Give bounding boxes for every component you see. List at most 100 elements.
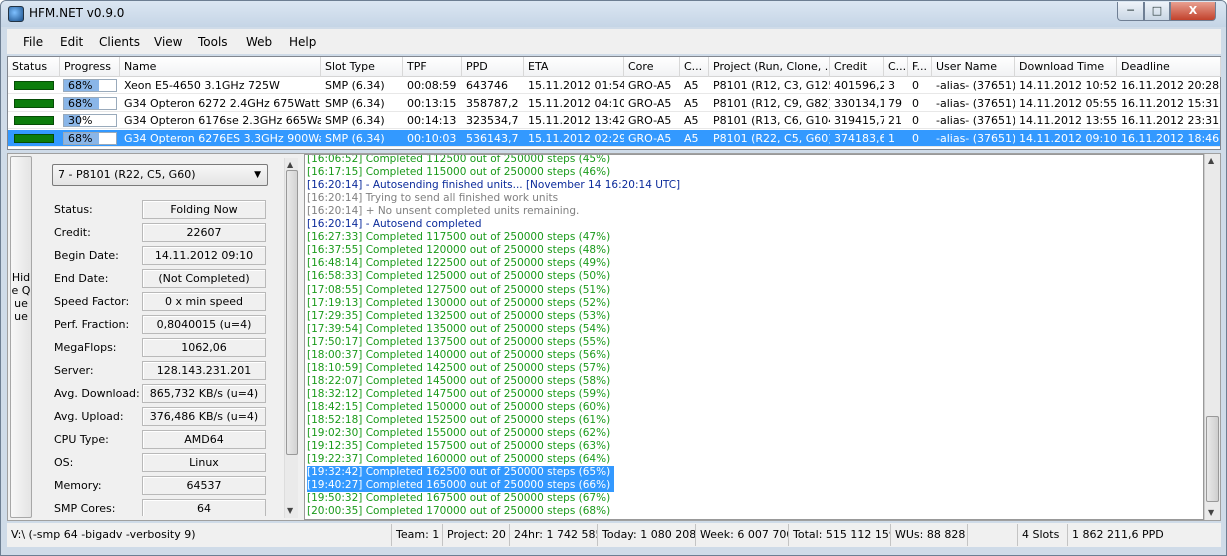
col-tpf[interactable]: TPF: [403, 57, 462, 77]
table-row[interactable]: 68% G34 Opteron 6272 2.4GHz 675Watt SMP (6…: [8, 95, 1220, 112]
col-slot-type[interactable]: Slot Type: [321, 57, 403, 77]
status-indicator: [14, 81, 54, 90]
queue-field-value: 22607: [142, 223, 266, 242]
log-line: [16:48:14] Completed 122500 out of 25000…: [307, 257, 611, 270]
queue-field-label: Avg. Upload:: [54, 410, 124, 423]
col-name[interactable]: Name: [120, 57, 321, 77]
cell-c: A5: [684, 79, 699, 92]
client-grid: Status Progress Name Slot Type TPF PPD E…: [7, 56, 1221, 150]
menu-tools[interactable]: Tools: [198, 35, 228, 49]
log-line: [17:50:17] Completed 137500 out of 25000…: [307, 335, 611, 348]
cell-name: G34 Opteron 6272 2.4GHz 675Watt: [124, 96, 320, 110]
queue-field-label: Begin Date:: [54, 249, 119, 262]
queue-field-value: 14.11.2012 09:10: [142, 246, 266, 265]
col-f[interactable]: F...: [908, 57, 932, 77]
queue-field-value: (Not Completed): [142, 269, 266, 288]
table-row[interactable]: 68% Xeon E5-4650 3.1GHz 725W SMP (6.34) 00:…: [8, 77, 1220, 94]
col-progress[interactable]: Progress: [60, 57, 120, 77]
col-deadline[interactable]: Deadline: [1117, 57, 1221, 77]
cell-credit: 319415,7: [834, 114, 884, 127]
cell-c2: 3: [888, 79, 895, 92]
queue-scroll-thumb[interactable]: [286, 170, 298, 455]
queue-field-label: MegaFlops:: [54, 341, 117, 354]
cell-slot-type: SMP (6.34): [325, 131, 385, 145]
cell-name: G34 Opteron 6176se 2.3GHz 665Watt: [124, 114, 321, 127]
cell-tpf: 00:08:59: [407, 79, 457, 92]
scroll-up-icon[interactable]: ▲: [287, 160, 293, 169]
menu-help[interactable]: Help: [289, 35, 316, 49]
cell-credit: 401596,2: [834, 79, 884, 92]
status-indicator: [14, 133, 54, 143]
log-line: [17:08:55] Completed 127500 out of 25000…: [307, 283, 611, 296]
scroll-down-icon[interactable]: ▼: [287, 506, 293, 515]
col-download-time[interactable]: Download Time: [1015, 57, 1117, 77]
chevron-down-icon: ▼: [254, 170, 261, 180]
menu-file[interactable]: File: [23, 35, 43, 49]
menu-web[interactable]: Web: [246, 35, 272, 49]
menu-edit[interactable]: Edit: [60, 35, 83, 49]
hide-queue-button[interactable]: Hide Queue: [10, 156, 32, 518]
cell-download-time: 14.11.2012 09:10: [1019, 131, 1117, 145]
cell-download-time: 14.11.2012 13:55: [1019, 114, 1117, 127]
log-line: [16:20:14] + No unsent completed units r…: [307, 205, 580, 218]
queue-field-value: 0,8040015 (u=4): [142, 315, 266, 334]
col-user-name[interactable]: User Name: [932, 57, 1015, 77]
cell-deadline: 16.11.2012 23:31: [1121, 114, 1220, 127]
cell-download-time: 14.11.2012 10:52: [1019, 79, 1117, 92]
log-line: [17:19:13] Completed 130000 out of 25000…: [307, 296, 611, 309]
log-line: [16:58:33] Completed 125000 out of 25000…: [307, 270, 611, 283]
cell-ppd: 536143,7: [466, 131, 519, 145]
maximize-button[interactable]: □: [1144, 2, 1170, 21]
close-button[interactable]: X: [1170, 2, 1216, 21]
table-row[interactable]: 30% G34 Opteron 6176se 2.3GHz 665Watt SMP …: [8, 112, 1220, 129]
menu-view[interactable]: View: [154, 35, 182, 49]
cell-project: P8101 (R12, C9, G82): [713, 96, 830, 110]
queue-field-value: AMD64: [142, 430, 266, 449]
cell-core: GRO-A5: [628, 79, 672, 92]
queue-field-value: 865,732 KB/s (u=4): [142, 384, 266, 403]
scroll-down-icon[interactable]: ▼: [1208, 508, 1214, 517]
col-eta[interactable]: ETA: [524, 57, 624, 77]
log-line: [16:06:52] Completed 112500 out of 25000…: [307, 154, 611, 165]
col-c[interactable]: C...: [680, 57, 709, 77]
app-icon: [8, 6, 24, 22]
col-project[interactable]: Project (Run, Clone, ...: [709, 57, 830, 77]
col-status[interactable]: Status: [8, 57, 60, 77]
status-indicator: [14, 116, 54, 125]
status-bar: V:\ (-smp 64 -bigadv -verbosity 9) Team:…: [7, 523, 1221, 547]
col-ppd[interactable]: PPD: [462, 57, 524, 77]
queue-field-value: 1062,06: [142, 338, 266, 357]
status-week: Week: 6 007 700: [695, 524, 788, 546]
minimize-button[interactable]: ─: [1117, 2, 1144, 21]
queue-field-label: Perf. Fraction:: [54, 318, 130, 331]
log-line: [18:22:07] Completed 145000 out of 25000…: [307, 374, 611, 387]
status-project: Project: 20: [442, 524, 509, 546]
scroll-up-icon[interactable]: ▲: [1208, 156, 1214, 165]
cell-name: G34 Opteron 6276ES 3.3GHz 900Watt: [124, 131, 321, 145]
queue-field-value: Linux: [142, 453, 266, 472]
queue-field-label: SMP Cores:: [54, 502, 116, 515]
progress-text: 68%: [68, 96, 93, 110]
log-scrollbar[interactable]: ▲ ▼: [1204, 154, 1220, 520]
cell-deadline: 16.11.2012 15:31: [1121, 96, 1220, 110]
queue-scrollbar[interactable]: ▲ ▼: [284, 158, 298, 518]
queue-field-label: Credit:: [54, 226, 91, 239]
cell-download-time: 14.11.2012 05:55: [1019, 96, 1117, 110]
col-core[interactable]: Core: [624, 57, 680, 77]
cell-f: 0: [912, 131, 919, 145]
cell-name: Xeon E5-4650 3.1GHz 725W: [124, 79, 280, 92]
cell-f: 0: [912, 79, 919, 92]
log-scroll-thumb[interactable]: [1206, 416, 1219, 502]
cell-c: A5: [684, 114, 699, 127]
menu-clients[interactable]: Clients: [99, 35, 140, 49]
cell-eta: 15.11.2012 13:42: [528, 114, 624, 127]
cell-slot-type: SMP (6.34): [325, 96, 385, 110]
cell-c2: 21: [888, 114, 902, 127]
log-line: [16:27:33] Completed 117500 out of 25000…: [307, 231, 611, 244]
title-bar[interactable]: HFM.NET v0.9.0 ─ □ X: [1, 1, 1226, 27]
queue-select[interactable]: 7 - P8101 (R22, C5, G60) ▼: [52, 164, 268, 186]
col-c2[interactable]: C...: [884, 57, 908, 77]
col-credit[interactable]: Credit: [830, 57, 884, 77]
log-view[interactable]: [16:06:52] Completed 112500 out of 25000…: [304, 154, 1204, 520]
table-row[interactable]: 68% G34 Opteron 6276ES 3.3GHz 900Watt SMP …: [8, 129, 1220, 147]
